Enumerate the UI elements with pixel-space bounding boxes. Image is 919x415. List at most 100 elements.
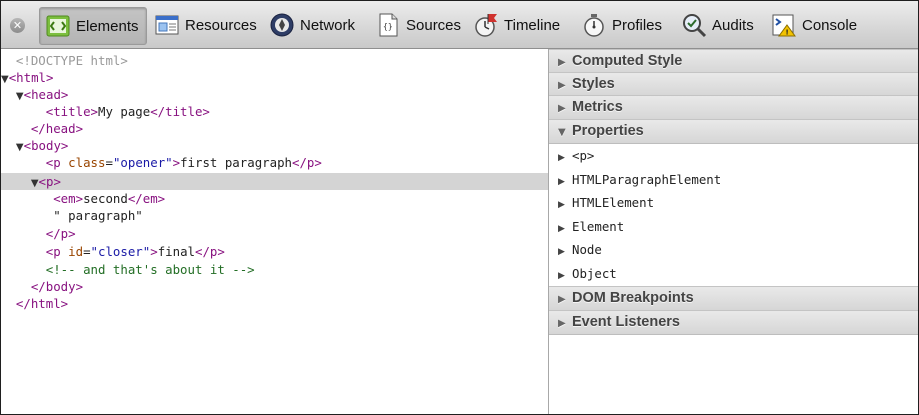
tag-body-close: </body> xyxy=(30,279,84,294)
section-event-listeners[interactable]: ▶ Event Listeners xyxy=(549,310,918,335)
tag-p-open: <p xyxy=(45,244,61,259)
disclosure-triangle-icon[interactable]: ▶ xyxy=(558,241,568,264)
property-item[interactable]: ▶ Element xyxy=(549,215,918,238)
tree-line-em[interactable]: <em>second</em> xyxy=(1,190,548,207)
close-icon[interactable]: ✕ xyxy=(10,18,25,33)
tree-line-head[interactable]: ▼<head> xyxy=(1,86,548,103)
svg-text:!: ! xyxy=(786,29,789,37)
section-title: Properties xyxy=(572,123,644,139)
tab-sources[interactable]: {} Sources xyxy=(375,7,461,43)
tag-gt: > xyxy=(150,244,158,259)
tag-html-close: </html> xyxy=(15,296,69,311)
tab-resources[interactable]: Resources xyxy=(154,7,257,43)
property-label: HTMLParagraphElement xyxy=(572,172,722,187)
property-item[interactable]: ▶ Node xyxy=(549,238,918,261)
title-text: My page xyxy=(97,104,151,119)
expand-triangle-icon[interactable]: ▼ xyxy=(1,74,9,85)
property-item[interactable]: ▶ <p> xyxy=(549,144,918,167)
profiles-icon xyxy=(581,12,607,38)
tree-line-body[interactable]: ▼<body> xyxy=(1,137,548,154)
elements-icon xyxy=(45,13,71,39)
tab-label: Resources xyxy=(185,16,257,34)
property-item[interactable]: ▶ HTMLElement xyxy=(549,191,918,214)
timeline-icon xyxy=(473,12,499,38)
tab-timeline[interactable]: Timeline xyxy=(473,7,560,43)
section-title: Metrics xyxy=(572,99,623,115)
p-text: first paragraph xyxy=(180,155,292,170)
tag-title-close: </title> xyxy=(150,104,210,119)
tree-line-doctype[interactable]: <!DOCTYPE html> xyxy=(1,52,548,69)
collapsed-triangle-icon: ▶ xyxy=(558,57,566,68)
tab-elements[interactable]: Elements xyxy=(39,7,147,45)
disclosure-triangle-icon[interactable]: ▶ xyxy=(558,194,568,217)
network-icon xyxy=(269,12,295,38)
section-styles[interactable]: ▶ Styles xyxy=(549,72,918,97)
property-label: <p> xyxy=(572,148,595,163)
property-label: Object xyxy=(572,266,617,281)
tag-html-open: <html> xyxy=(8,70,54,85)
collapsed-triangle-icon: ▶ xyxy=(558,80,566,91)
tree-line-html-close[interactable]: </html> xyxy=(1,295,548,312)
tab-profiles[interactable]: Profiles xyxy=(581,7,662,43)
section-properties[interactable]: ▼ Properties xyxy=(549,119,918,144)
doctype-node: <!DOCTYPE html> xyxy=(15,53,128,68)
section-title: Computed Style xyxy=(572,53,683,69)
tree-line-p-selected[interactable]: ▼<p> xyxy=(1,173,548,190)
section-computed-style[interactable]: ▶ Computed Style xyxy=(549,49,918,74)
attr-value: "opener" xyxy=(112,155,173,170)
section-dom-breakpoints[interactable]: ▶ DOM Breakpoints xyxy=(549,286,918,311)
tab-label: Audits xyxy=(712,16,754,34)
expand-triangle-icon[interactable]: ▼ xyxy=(16,142,24,153)
dom-tree: <!DOCTYPE html> ▼<html> ▼<head> <title>M… xyxy=(1,49,548,414)
tab-audits[interactable]: Audits xyxy=(681,7,754,43)
section-metrics[interactable]: ▶ Metrics xyxy=(549,95,918,120)
expand-triangle-icon[interactable]: ▼ xyxy=(16,91,24,102)
section-title: Styles xyxy=(572,76,615,92)
collapsed-triangle-icon: ▶ xyxy=(558,318,566,329)
console-icon: ! xyxy=(771,12,797,38)
disclosure-triangle-icon[interactable]: ▶ xyxy=(558,265,568,288)
tree-line-comment[interactable]: <!-- and that's about it --> xyxy=(1,261,548,278)
property-label: Element xyxy=(572,219,625,234)
attr-name: id xyxy=(68,244,84,259)
tag-head-close: </head> xyxy=(30,121,84,136)
property-item[interactable]: ▶ Object xyxy=(549,262,918,285)
tag-p-close: </p> xyxy=(195,244,225,259)
tree-line-html[interactable]: ▼<html> xyxy=(1,69,548,86)
disclosure-triangle-icon[interactable]: ▶ xyxy=(558,147,568,170)
tab-label: Sources xyxy=(406,16,462,34)
section-title: DOM Breakpoints xyxy=(572,290,694,306)
tree-line-body-close[interactable]: </body> xyxy=(1,278,548,295)
tag-body-open: <body> xyxy=(23,138,69,153)
tag-p-close: </p> xyxy=(292,155,322,170)
tab-label: Profiles xyxy=(612,16,663,34)
tree-line-p-close[interactable]: </p> xyxy=(1,225,548,242)
property-label: Node xyxy=(572,242,602,257)
sources-icon: {} xyxy=(375,12,401,38)
tag-head-open: <head> xyxy=(23,87,69,102)
section-title: Event Listeners xyxy=(572,314,680,330)
expand-triangle-icon[interactable]: ▼ xyxy=(31,178,39,189)
tree-line-p-closer[interactable]: <p id="closer">final</p> xyxy=(1,243,548,260)
tag-p-open: <p xyxy=(45,155,61,170)
attr-value: "closer" xyxy=(90,244,151,259)
tree-line-text-node[interactable]: " paragraph" xyxy=(1,207,548,224)
tree-line-head-close[interactable]: </head> xyxy=(1,120,548,137)
svg-text:{}: {} xyxy=(383,22,393,31)
tab-label: Timeline xyxy=(504,16,561,34)
tab-network[interactable]: Network xyxy=(269,7,355,43)
toolbar: ✕ Elements Resources Network {} Sources xyxy=(1,1,918,49)
tag-p-open: <p> xyxy=(38,174,61,189)
tag-p-close: </p> xyxy=(45,226,76,241)
tab-console[interactable]: ! Console xyxy=(771,7,857,43)
tag-gt: > xyxy=(172,155,181,170)
tab-label: Elements xyxy=(76,17,139,35)
expanded-triangle-icon: ▼ xyxy=(558,127,566,138)
tree-line-p-opener[interactable]: <p class="opener">first paragraph</p> xyxy=(1,154,548,171)
text-node: " paragraph" xyxy=(53,208,143,223)
property-label: HTMLElement xyxy=(572,195,655,210)
property-item[interactable]: ▶ HTMLParagraphElement xyxy=(549,168,918,191)
tree-line-title[interactable]: <title>My page</title> xyxy=(1,103,548,120)
tab-label: Console xyxy=(802,16,858,34)
attr-name: class xyxy=(68,155,106,170)
